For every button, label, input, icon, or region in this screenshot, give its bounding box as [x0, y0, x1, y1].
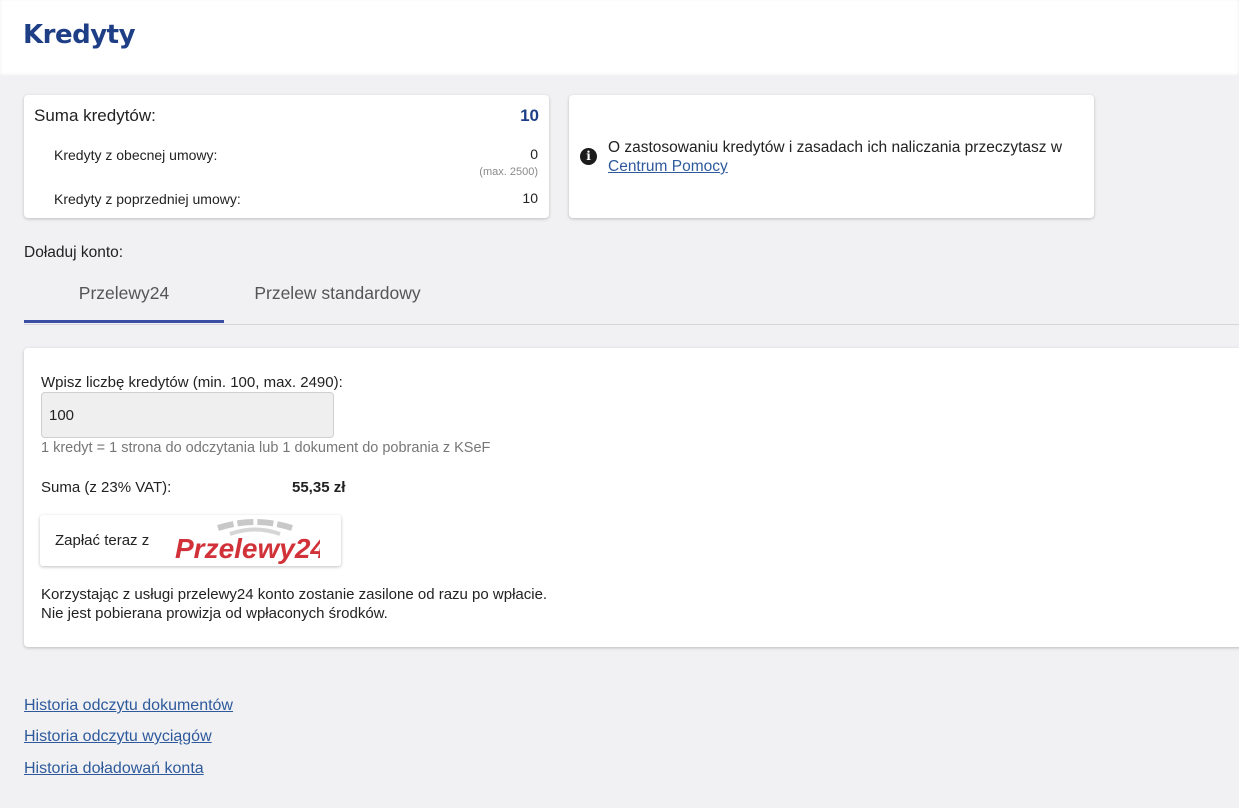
- header-bar: Kredyty: [0, 0, 1239, 76]
- current-credits-max: (max. 2500): [479, 166, 538, 178]
- topup-label: Doładuj konto:: [24, 244, 124, 261]
- document-read-history-link[interactable]: Historia odczytu dokumentów: [24, 697, 233, 715]
- przelewy24-logo-icon: Przelewy24: [175, 519, 320, 564]
- credits-summary-card: Suma kredytów: 10 Kredyty z obecnej umow…: [24, 95, 549, 218]
- payment-note: Korzystając z usługi przelewy24 konto zo…: [41, 586, 547, 623]
- statement-read-history-link[interactable]: Historia odczytu wyciągów: [24, 728, 212, 746]
- info-icon: i: [580, 148, 597, 165]
- przelewy24-logo-text: Przelewy24: [175, 533, 320, 564]
- topup-form-card: Wpisz liczbę kredytów (min. 100, max. 24…: [24, 348, 1239, 647]
- pay-now-button[interactable]: Zapłać teraz z Przelewy24: [40, 515, 341, 566]
- previous-credits-value: 10: [522, 190, 538, 206]
- page-title: Kredyty: [23, 20, 136, 50]
- payment-tabs: Przelewy24 Przelew standardowy: [24, 270, 1239, 325]
- tab-przelewy24[interactable]: Przelewy24: [24, 270, 224, 323]
- payment-note-line-2: Nie jest pobierana prowizja od wpłaconyc…: [41, 604, 388, 622]
- credits-quantity-hint: 1 kredyt = 1 strona do odczytania lub 1 …: [41, 440, 491, 456]
- credits-sum-label: Suma kredytów:: [34, 106, 156, 125]
- total-value: 55,35 zł: [292, 479, 346, 496]
- credits-quantity-input[interactable]: [41, 392, 334, 438]
- current-credits-value: 0: [530, 146, 538, 162]
- payment-note-line-1: Korzystając z usługi przelewy24 konto zo…: [41, 586, 548, 603]
- credits-sum-value: 10: [520, 106, 539, 125]
- topup-history-link[interactable]: Historia doładowań konta: [24, 760, 204, 778]
- info-text: O zastosowaniu kredytów i zasadach ich n…: [608, 138, 1078, 176]
- pay-now-label: Zapłać teraz z: [55, 532, 150, 549]
- info-card: i O zastosowaniu kredytów i zasadach ich…: [569, 95, 1094, 218]
- credits-quantity-label: Wpisz liczbę kredytów (min. 100, max. 24…: [41, 374, 343, 391]
- total-label: Suma (z 23% VAT):: [41, 479, 172, 496]
- info-message: O zastosowaniu kredytów i zasadach ich n…: [608, 139, 1063, 156]
- current-credits-label: Kredyty z obecnej umowy:: [54, 147, 218, 163]
- help-center-link[interactable]: Centrum Pomocy: [608, 158, 728, 175]
- tab-standard-transfer[interactable]: Przelew standardowy: [224, 270, 451, 323]
- previous-credits-label: Kredyty z poprzedniej umowy:: [54, 191, 241, 207]
